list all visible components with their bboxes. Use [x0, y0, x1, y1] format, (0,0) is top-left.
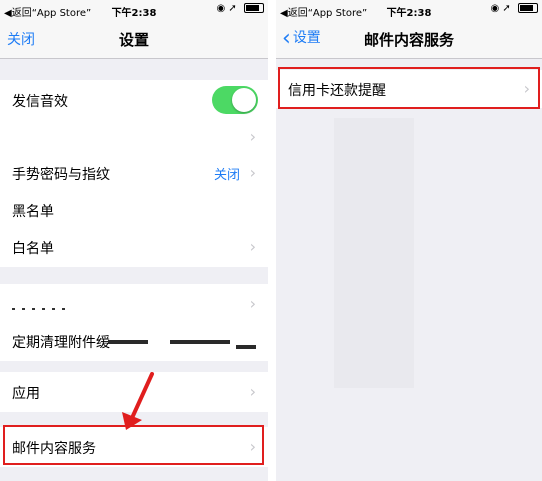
gesture-status-value: 关闭 — [213, 168, 240, 183]
settings-screen: ◀返回“App Store” 下午2:38 ◉ ➚ 关闭 设置 发信音效 › 手… — [0, 0, 268, 481]
obscured-text — [12, 308, 72, 310]
row-send-sound[interactable]: 发信音效 — [0, 80, 268, 120]
obscured-text — [108, 340, 148, 344]
empty-content-area — [334, 118, 414, 388]
chevron-right-icon: › — [249, 127, 256, 146]
row-obscured-2[interactable]: › — [0, 284, 268, 324]
row-label: 定期清理附件缓 — [12, 335, 110, 351]
highlight-box — [278, 67, 540, 109]
battery-icon — [244, 3, 264, 13]
red-arrow-icon — [122, 372, 154, 430]
send-sound-toggle[interactable] — [212, 86, 258, 114]
mail-content-service-screen: ◀返回“App Store” 下午2:38 ◉ ➚ ‹ 设置 邮件内容服务 信用卡… — [276, 0, 542, 481]
chevron-right-icon: › — [249, 237, 256, 256]
row-gesture-password[interactable]: 手势密码与指纹 关闭 › — [0, 153, 268, 193]
location-lock-icons: ◉ ➚ — [490, 3, 511, 14]
screenshot-divider — [268, 0, 276, 481]
status-bar: ◀返回“App Store” 下午2:38 ◉ ➚ — [276, 0, 542, 20]
row-blacklist[interactable]: 黑名单 — [0, 190, 268, 230]
row-cleanup-cache[interactable]: 定期清理附件缓 — [0, 321, 268, 361]
obscured-text — [236, 345, 256, 349]
row-obscured[interactable]: › — [0, 117, 268, 157]
location-lock-icons: ◉ ➚ — [216, 3, 237, 14]
chevron-right-icon: › — [249, 382, 256, 401]
toggle-knob — [232, 88, 256, 112]
battery-icon — [518, 3, 538, 13]
row-whitelist[interactable]: 白名单 › — [0, 227, 268, 267]
page-title: 设置 — [118, 31, 149, 49]
row-label: 黑名单 — [12, 204, 54, 220]
row-label: 手势密码与指纹 — [12, 167, 110, 183]
status-icons: ◉ ➚ — [217, 3, 264, 14]
nav-bar: 关闭 设置 — [0, 20, 268, 59]
chevron-right-icon: › — [249, 294, 256, 313]
row-label: 白名单 — [12, 241, 54, 257]
status-icons: ◉ ➚ — [491, 3, 538, 14]
nav-bar: ‹ 设置 邮件内容服务 — [276, 20, 542, 59]
obscured-text — [170, 340, 230, 344]
row-label: 应用 — [12, 386, 40, 402]
row-label: 发信音效 — [12, 94, 68, 110]
page-title: 邮件内容服务 — [363, 31, 454, 49]
chevron-right-icon: › — [249, 163, 256, 182]
status-bar: ◀返回“App Store” 下午2:38 ◉ ➚ — [0, 0, 268, 20]
